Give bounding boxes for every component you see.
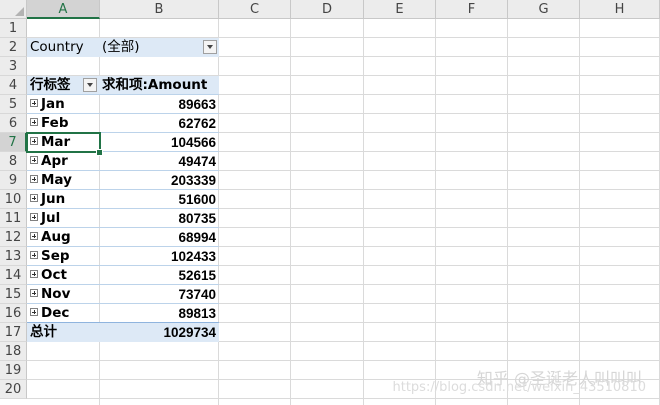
row-header-11[interactable]: 11: [0, 209, 27, 228]
month-label: Jul: [41, 210, 61, 226]
column-header-c[interactable]: C: [219, 0, 291, 19]
column-header-f[interactable]: F: [436, 0, 508, 19]
row-header-6[interactable]: 6: [0, 114, 27, 133]
row-header-8[interactable]: 8: [0, 152, 27, 171]
expand-icon[interactable]: [30, 213, 38, 221]
pivot-row-label[interactable]: May: [30, 171, 100, 190]
row-header-5[interactable]: 5: [0, 95, 27, 114]
row-header-4[interactable]: 4: [0, 76, 27, 95]
expand-icon[interactable]: [30, 194, 38, 202]
filter-dropdown-icon[interactable]: [203, 40, 217, 54]
row-labels-header: 行标签: [30, 77, 71, 93]
spreadsheet: A B C D E F G H 1 2 3 4 5 6 7 8 9 10 11 12 13 14 15 16 17 18 19 20 C…: [0, 0, 660, 405]
pivot-row-label[interactable]: Oct: [30, 266, 100, 285]
row-header-18[interactable]: 18: [0, 342, 27, 361]
expand-icon[interactable]: [30, 270, 38, 278]
row-header-7[interactable]: 7: [0, 133, 27, 152]
expand-icon[interactable]: [30, 99, 38, 107]
month-label: Jan: [41, 96, 65, 112]
month-label: Sep: [41, 248, 70, 264]
month-label: Apr: [41, 153, 68, 169]
pivot-row-label[interactable]: Nov: [30, 285, 100, 304]
pivot-row-label[interactable]: Dec: [30, 304, 100, 323]
pivot-row-value: 49474: [178, 154, 216, 169]
month-label: Feb: [41, 115, 69, 131]
row-header-19[interactable]: 19: [0, 361, 27, 380]
grand-total-value: 1029734: [163, 325, 216, 340]
pivot-row-label[interactable]: Aug: [30, 228, 100, 247]
column-header-g[interactable]: G: [508, 0, 580, 19]
filter-label: Country: [30, 39, 84, 55]
fill-handle[interactable]: [96, 149, 103, 156]
row-header-12[interactable]: 12: [0, 228, 27, 247]
gridline-vertical: [579, 19, 580, 405]
gridline-horizontal: [27, 398, 660, 399]
pivot-row-value: 51600: [178, 192, 216, 207]
month-label: May: [41, 172, 72, 188]
month-label: Dec: [41, 305, 70, 321]
pivot-row-label[interactable]: Feb: [30, 114, 100, 133]
month-label: Jun: [41, 191, 66, 207]
pivot-row-label[interactable]: Jan: [30, 95, 100, 114]
gridline-vertical: [507, 19, 508, 405]
row-header-14[interactable]: 14: [0, 266, 27, 285]
pivot-row-value: 80735: [178, 211, 216, 226]
row-header-10[interactable]: 10: [0, 190, 27, 209]
expand-icon[interactable]: [30, 232, 38, 240]
row-header-20[interactable]: 20: [0, 380, 27, 399]
watermark-url: https://blog.csdn.net/weixin_43510810: [392, 380, 646, 395]
expand-icon[interactable]: [30, 308, 38, 316]
row-header-3[interactable]: 3: [0, 57, 27, 76]
pivot-row-value: 89663: [178, 97, 216, 112]
expand-icon[interactable]: [30, 156, 38, 164]
expand-icon[interactable]: [30, 289, 38, 297]
month-label: Oct: [41, 267, 67, 283]
row-header-15[interactable]: 15: [0, 285, 27, 304]
pivot-row-label[interactable]: Jul: [30, 209, 100, 228]
column-header-e[interactable]: E: [364, 0, 436, 19]
active-cell-border: [26, 132, 101, 153]
row-header-1[interactable]: 1: [0, 19, 27, 38]
pivot-row-label[interactable]: Jun: [30, 190, 100, 209]
pivot-row-value: 203339: [170, 173, 216, 188]
grand-total-label: 总计: [30, 324, 57, 340]
column-header-b[interactable]: B: [100, 0, 219, 19]
row-header-9[interactable]: 9: [0, 171, 27, 190]
column-header-h[interactable]: H: [580, 0, 660, 19]
gridline-horizontal: [27, 360, 660, 361]
column-header-a[interactable]: A: [27, 0, 100, 19]
month-label: Aug: [41, 229, 71, 245]
pivot-row-value: 104566: [170, 135, 216, 150]
pivot-row-label[interactable]: Apr: [30, 152, 100, 171]
gridline-vertical: [290, 19, 291, 405]
select-all-icon: [15, 7, 24, 16]
row-header-17[interactable]: 17: [0, 323, 27, 342]
pivot-row-value: 102433: [170, 249, 216, 264]
row-labels-filter-icon[interactable]: [83, 78, 97, 92]
pivot-row-value: 73740: [178, 287, 216, 302]
pivot-row-value: 52615: [178, 268, 216, 283]
row-header-16[interactable]: 16: [0, 304, 27, 323]
pivot-row-value: 62762: [178, 116, 216, 131]
expand-icon[interactable]: [30, 251, 38, 259]
expand-icon[interactable]: [30, 175, 38, 183]
row-header-13[interactable]: 13: [0, 247, 27, 266]
month-label: Nov: [41, 286, 71, 302]
pivot-row-value: 89813: [178, 306, 216, 321]
pivot-row-label[interactable]: Sep: [30, 247, 100, 266]
pivot-row-value: 68994: [178, 230, 216, 245]
filter-value[interactable]: (全部): [102, 38, 202, 57]
expand-icon[interactable]: [30, 118, 38, 126]
column-header-d[interactable]: D: [291, 0, 364, 19]
select-all-corner[interactable]: [0, 0, 27, 19]
gridline-vertical: [435, 19, 436, 405]
value-header: 求和项:Amount: [102, 77, 208, 93]
gridline-vertical: [363, 19, 364, 405]
row-header-2[interactable]: 2: [0, 38, 27, 57]
